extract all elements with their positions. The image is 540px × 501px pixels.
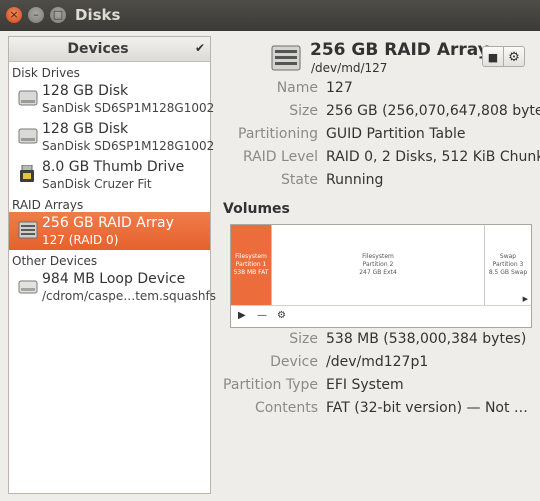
usb-drive-icon <box>20 165 34 182</box>
raid-array-icon <box>18 221 38 239</box>
hard-disk-icon <box>18 90 38 106</box>
partition-block-1[interactable]: Filesystem Partition 1 538 MB FAT <box>231 225 272 305</box>
prop-key: Name <box>276 80 318 96</box>
device-name: 128 GB Disk <box>42 83 129 99</box>
device-path: /dev/md/127 <box>311 61 388 75</box>
device-detail: SanDisk SD6SP1M128G1002 <box>42 139 215 153</box>
sidebar-item-raid-array[interactable]: 256 GB RAID Array 127 (RAID 0) <box>9 212 210 250</box>
partition-number: Partition 2 <box>362 261 394 268</box>
disks-window: × – □ Disks Devices ✔ Disk Drives 128 GB… <box>0 0 540 501</box>
partition-number: Partition 1 <box>235 261 267 268</box>
prop-key: Contents <box>255 400 318 416</box>
sidebar-item-thumb-drive[interactable]: 8.0 GB Thumb Drive SanDisk Cruzer Fit <box>9 156 210 194</box>
device-name: 256 GB RAID Array <box>42 215 174 231</box>
section-label-disk-drives: Disk Drives <box>12 66 80 80</box>
partition-number: Partition 3 <box>492 261 524 268</box>
loop-device-icon <box>18 280 38 294</box>
minimize-window-button[interactable]: – <box>28 7 44 23</box>
device-name: 8.0 GB Thumb Drive <box>42 159 185 175</box>
partition-type: Filesystem <box>362 253 394 260</box>
partition-size: 538 MB FAT <box>233 269 269 276</box>
device-detail: SanDisk Cruzer Fit <box>42 177 152 191</box>
prop-value: 127 <box>326 80 353 96</box>
checkmark-icon[interactable]: ✔ <box>195 41 205 55</box>
device-detail: SanDisk SD6SP1M128G1002 <box>42 101 215 115</box>
sidebar-item-disk-2[interactable]: 128 GB Disk SanDisk SD6SP1M128G1002 <box>9 118 214 156</box>
prop-value: FAT (32-bit version) — Not … <box>326 400 528 416</box>
prop-key: Partitioning <box>238 126 318 142</box>
partition-block-2[interactable]: Filesystem Partition 2 247 GB Ext4 <box>272 225 485 305</box>
prop-key: Size <box>289 331 318 347</box>
prop-value: /dev/md127p1 <box>326 354 429 370</box>
volume-toolbar: ▶ — ⚙ <box>231 306 531 327</box>
prop-key: RAID Level <box>242 149 318 165</box>
hard-disk-icon <box>18 128 38 144</box>
section-label-other-devices: Other Devices <box>12 254 98 268</box>
prop-key: Partition Type <box>223 377 318 393</box>
partition-size: 8.5 GB Swap <box>488 269 528 276</box>
partition-settings-icon[interactable]: ⚙ <box>277 310 286 321</box>
volumes-map: Filesystem Partition 1 538 MB FAT Filesy… <box>230 224 532 328</box>
device-detail: 127 (RAID 0) <box>42 233 119 247</box>
sidebar-item-disk-1[interactable]: 128 GB Disk SanDisk SD6SP1M128G1002 <box>9 80 214 118</box>
window-title: Disks <box>75 6 121 24</box>
devices-sidebar: Devices ✔ Disk Drives 128 GB Disk SanDis… <box>8 36 216 494</box>
partition-type: Swap <box>499 253 517 260</box>
device-title: 256 GB RAID Array <box>310 40 489 60</box>
prop-value: Running <box>326 172 384 188</box>
prop-value: 538 MB (538,000,384 bytes) <box>326 331 527 347</box>
device-name: 984 MB Loop Device <box>42 271 186 287</box>
devices-header: Devices ✔ <box>9 37 210 62</box>
partition-map: Filesystem Partition 1 538 MB FAT Filesy… <box>231 225 531 306</box>
partition-size: 247 GB Ext4 <box>359 269 397 276</box>
device-details-pane: 256 GB RAID Array /dev/md/127 ■ ⚙ Name 1… <box>214 36 540 501</box>
prop-value: EFI System <box>326 377 404 393</box>
prop-key: Device <box>270 354 318 370</box>
section-label-raid-arrays: RAID Arrays <box>12 198 84 212</box>
prop-key: State <box>280 172 318 188</box>
sidebar-item-loop-device[interactable]: 984 MB Loop Device /cdrom/caspe…tem.squa… <box>9 268 216 306</box>
prop-value: GUID Partition Table <box>326 126 466 142</box>
volumes-heading: Volumes <box>223 201 290 217</box>
devices-header-label: Devices <box>67 41 129 57</box>
partition-type: Filesystem <box>235 253 267 260</box>
prop-key: Size <box>289 103 318 119</box>
device-detail: /cdrom/caspe…tem.squashfs <box>42 289 216 303</box>
gear-icon[interactable]: ⚙ <box>503 46 525 67</box>
prop-value: 256 GB (256,070,647,808 bytes) <box>326 103 540 119</box>
delete-partition-icon[interactable]: — <box>257 310 267 321</box>
mount-play-icon[interactable]: ▶ <box>238 310 246 321</box>
prop-value: RAID 0, 2 Disks, 512 KiB Chunk <box>326 149 540 165</box>
close-window-button[interactable]: × <box>6 7 22 23</box>
raid-array-icon <box>271 45 301 71</box>
titlebar: × – □ Disks <box>0 0 540 31</box>
device-name: 128 GB Disk <box>42 121 129 137</box>
scroll-right-icon[interactable]: ▶ <box>523 295 528 303</box>
stop-array-button[interactable]: ■ <box>482 46 504 67</box>
partition-block-3[interactable]: Swap Partition 3 8.5 GB Swap ▶ <box>485 225 531 305</box>
maximize-window-button[interactable]: □ <box>50 7 66 23</box>
